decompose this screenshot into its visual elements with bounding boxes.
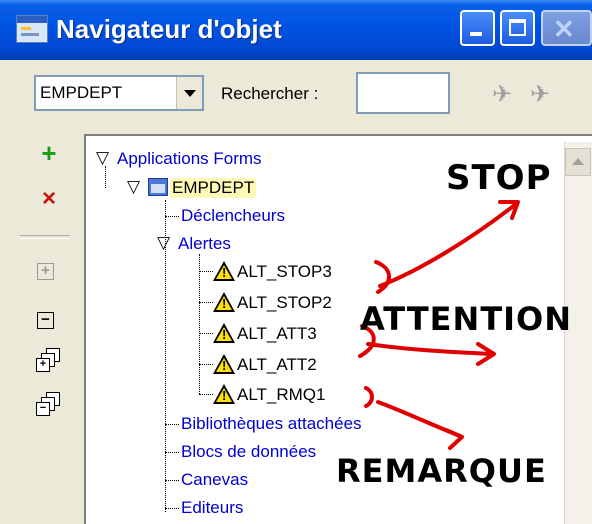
find-next-icon[interactable]: ✈ <box>492 80 512 109</box>
warning-icon <box>213 384 235 404</box>
tree-node-alert[interactable]: ALT_ATT2 <box>237 355 317 375</box>
warning-icon <box>213 261 235 281</box>
tree-line <box>199 302 213 303</box>
tree-node-alert[interactable]: ALT_STOP3 <box>237 262 332 282</box>
collapse-node-icon[interactable]: ▽ <box>127 178 140 195</box>
tree-node-declencheurs[interactable]: Déclencheurs <box>181 206 285 226</box>
maximize-button[interactable] <box>500 10 535 46</box>
delete-icon[interactable]: × <box>36 186 62 212</box>
tree-line <box>199 271 213 272</box>
collapse-all-icon[interactable]: − <box>34 392 62 420</box>
object-combo[interactable]: EMPDEPT <box>34 75 204 111</box>
tree-node-alert[interactable]: ALT_RMQ1 <box>237 385 326 405</box>
window-title: Navigateur d'objet <box>56 14 282 44</box>
tree-line <box>199 394 213 395</box>
warning-icon <box>213 354 235 374</box>
tree-line <box>105 166 106 188</box>
object-combo-value: EMPDEPT <box>40 83 123 102</box>
close-button[interactable]: ✕ <box>541 10 592 46</box>
tree-node-alert[interactable]: ALT_STOP2 <box>237 293 332 313</box>
annotation-remarque: REMARQUE <box>336 452 547 490</box>
collapse-icon[interactable]: − <box>37 312 54 329</box>
tree-line <box>165 508 179 509</box>
tree-line <box>165 216 179 217</box>
tree-node-alert[interactable]: ALT_ATT3 <box>237 324 317 344</box>
tree-node-editeurs[interactable]: Editeurs <box>181 498 243 518</box>
search-input[interactable] <box>356 72 450 114</box>
plus-icon[interactable]: + <box>36 140 62 166</box>
annotation-attention: ATTENTION <box>360 300 573 338</box>
toolbar-divider <box>20 235 70 239</box>
chevron-down-icon[interactable] <box>176 77 202 109</box>
tree-node-blocs[interactable]: Blocs de données <box>181 442 316 462</box>
tree-node-applications-forms[interactable]: Applications Forms <box>117 149 262 169</box>
tree-line <box>199 254 200 394</box>
expand-all-icon[interactable]: + <box>34 348 62 376</box>
tree-node-empdept[interactable]: EMPDEPT <box>170 178 257 198</box>
tree-node-bibliotheques[interactable]: Bibliothèques attachées <box>181 414 362 434</box>
form-module-icon <box>148 178 168 196</box>
tree-line <box>165 452 179 453</box>
tree-node-canevas[interactable]: Canevas <box>181 470 248 490</box>
warning-icon <box>213 292 235 312</box>
tree-node-alertes[interactable]: Alertes <box>178 234 231 254</box>
warning-icon <box>213 323 235 343</box>
search-label: Rechercher : <box>221 84 319 103</box>
app-window-icon <box>16 15 48 43</box>
tree-line <box>165 480 179 481</box>
tree-line <box>199 364 213 365</box>
title-bar[interactable]: Navigateur d'objet ✕ <box>0 0 592 60</box>
collapse-node-icon[interactable]: ▽ <box>96 149 109 166</box>
scroll-up-button[interactable] <box>565 148 591 176</box>
tree-line <box>165 424 179 425</box>
collapse-node-icon[interactable]: ▽ <box>157 234 170 251</box>
annotation-stop: STOP <box>446 158 552 198</box>
tree-line <box>199 333 213 334</box>
expand-icon[interactable]: + <box>37 263 54 280</box>
minimize-button[interactable] <box>460 10 495 46</box>
find-previous-icon[interactable]: ✈ <box>530 80 550 109</box>
